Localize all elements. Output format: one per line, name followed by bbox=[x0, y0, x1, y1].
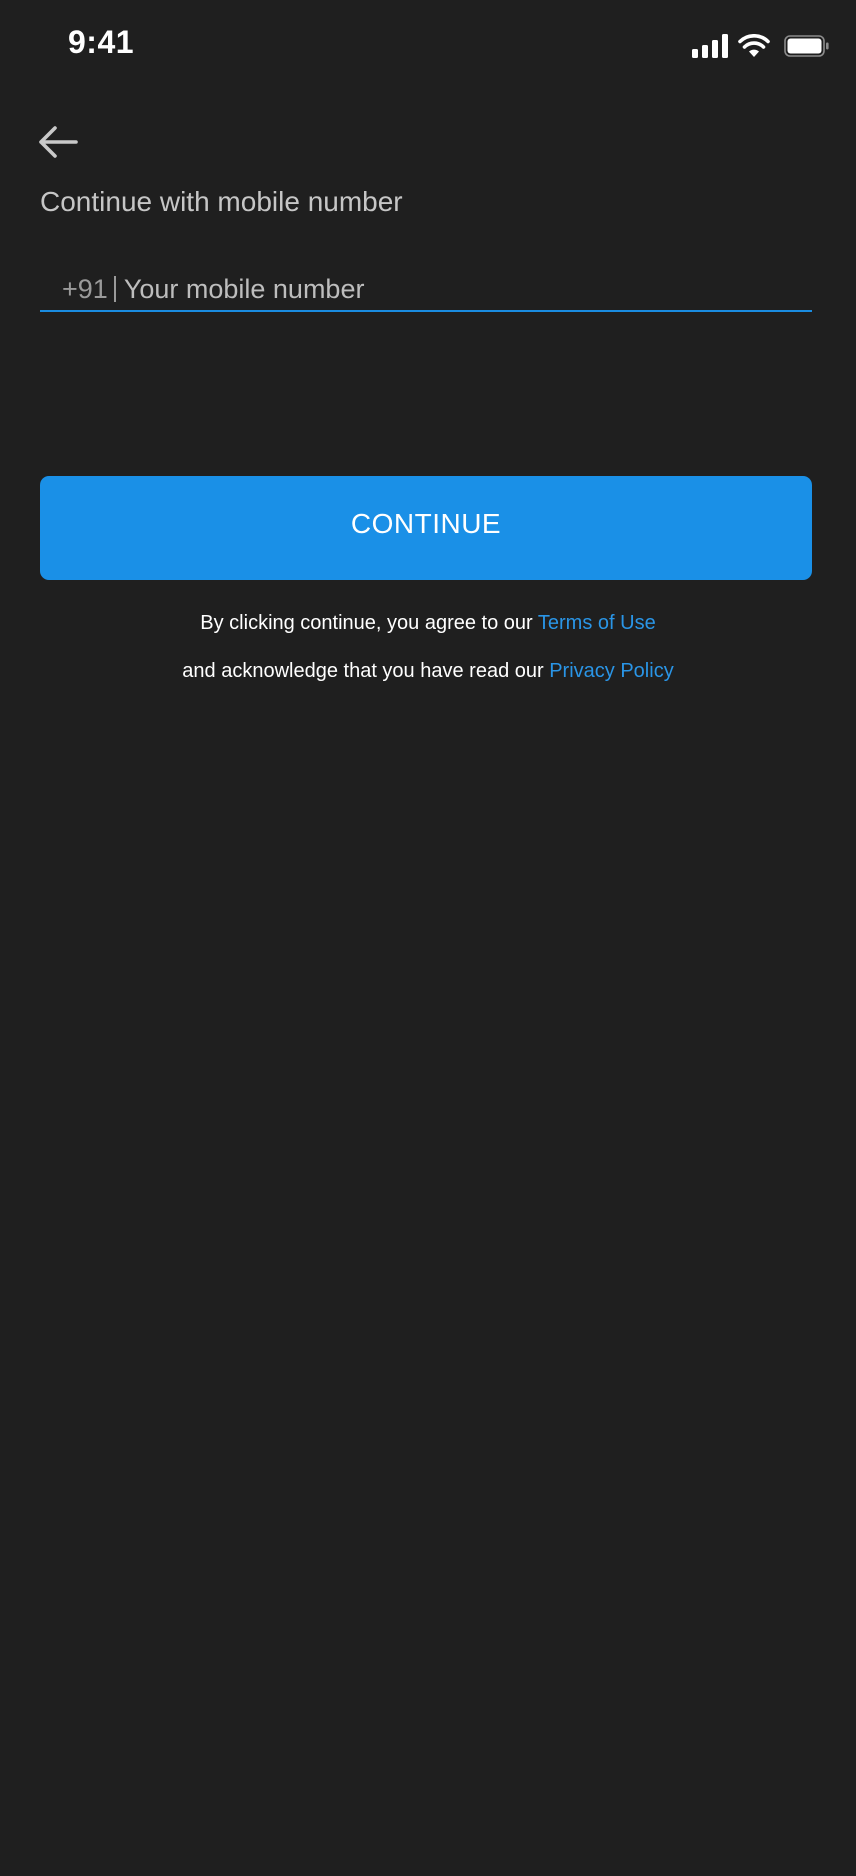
legal-line-privacy: and acknowledge that you have read our P… bbox=[0, 660, 856, 683]
arrow-left-icon bbox=[39, 126, 78, 158]
continue-button[interactable]: CONTINUE bbox=[40, 476, 812, 580]
battery-icon bbox=[784, 35, 829, 57]
text-caret bbox=[113, 276, 116, 302]
back-button[interactable] bbox=[36, 124, 84, 164]
mobile-number-field[interactable]: +91 bbox=[40, 268, 812, 312]
privacy-policy-link[interactable]: Privacy Policy bbox=[549, 660, 673, 682]
status-time: 9:41 bbox=[68, 24, 135, 60]
legal-text-privacy: and acknowledge that you have read our bbox=[182, 660, 550, 682]
terms-of-use-link[interactable]: Terms of Use bbox=[538, 612, 656, 634]
wifi-icon bbox=[738, 34, 770, 57]
status-icons bbox=[692, 34, 830, 58]
page-title: Continue with mobile number bbox=[40, 186, 403, 217]
mobile-number-input[interactable] bbox=[123, 268, 812, 310]
legal-line-terms: By clicking continue, you agree to our T… bbox=[0, 612, 856, 635]
cellular-signal-icon bbox=[692, 34, 728, 58]
country-code-prefix[interactable]: +91 bbox=[62, 268, 108, 310]
legal-text-terms: By clicking continue, you agree to our bbox=[200, 612, 538, 634]
status-bar: 9:41 bbox=[0, 0, 856, 92]
